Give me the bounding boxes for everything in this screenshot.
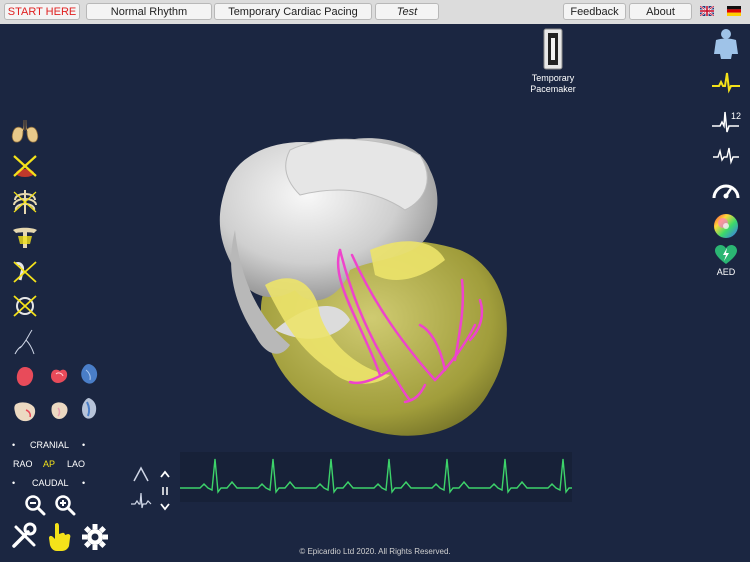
ribcage-icon[interactable] <box>10 188 40 216</box>
temporary-pacemaker-label: Temporary Pacemaker <box>530 73 576 94</box>
heart-models-beige-icon[interactable] <box>12 398 38 424</box>
body-layer-hidden-icon[interactable] <box>10 153 40 179</box>
heart-anterior-icon[interactable] <box>14 364 36 388</box>
twelve-lead-ecg-icon[interactable]: 12 <box>711 108 741 134</box>
top-menu-bar: START HERE Normal Rhythm Temporary Cardi… <box>0 0 750 24</box>
pause-icon[interactable] <box>160 486 170 496</box>
zoom-out-icon[interactable] <box>24 494 46 516</box>
view-dot-left-bottom: • <box>12 478 16 488</box>
test-tab[interactable]: Test <box>375 3 439 20</box>
normal-rhythm-tab[interactable]: Normal Rhythm <box>86 3 212 20</box>
vessels-layer-hidden-icon[interactable] <box>10 293 40 319</box>
heart-blue-grey-icon[interactable] <box>78 396 100 422</box>
ecg-trace-icon[interactable] <box>711 70 741 94</box>
english-flag-icon[interactable] <box>700 6 714 16</box>
about-button[interactable]: About <box>629 3 692 20</box>
ecg-strip[interactable] <box>180 452 572 502</box>
svg-text:12: 12 <box>731 111 741 121</box>
caudal-view-button[interactable]: CAUDAL <box>32 478 69 488</box>
copyright-text: © Epicardio Ltd 2020. All Rights Reserve… <box>299 547 451 556</box>
chevron-down-icon[interactable] <box>159 502 171 512</box>
skeleton-shoulders-icon[interactable] <box>10 224 40 250</box>
rao-view-button[interactable]: RAO <box>13 459 33 469</box>
pqrst-waveform-icon[interactable] <box>130 490 152 512</box>
arm-layer-hidden-icon[interactable] <box>10 258 40 284</box>
german-flag-icon[interactable] <box>727 6 741 16</box>
aed-label: AED <box>716 267 736 277</box>
nerves-icon[interactable] <box>12 328 38 356</box>
rhythm-strip-icon[interactable] <box>712 145 740 165</box>
heart-blue-icon[interactable] <box>78 362 100 386</box>
aed-heart-icon[interactable] <box>715 245 737 265</box>
chevron-up-icon[interactable] <box>159 469 171 479</box>
temporary-pacemaker-icon[interactable] <box>543 28 563 70</box>
ap-view-button[interactable]: AP <box>43 459 55 469</box>
view-dot-right-bottom: • <box>82 478 86 488</box>
view-dot-right-top: • <box>82 440 86 450</box>
body-torso-icon[interactable] <box>712 28 740 60</box>
temporary-cardiac-pacing-tab[interactable]: Temporary Cardiac Pacing <box>214 3 372 20</box>
heart-beige-icon[interactable] <box>48 398 70 422</box>
lungs-icon[interactable] <box>10 118 40 144</box>
start-here-tab[interactable]: START HERE <box>4 3 80 20</box>
lao-view-button[interactable]: LAO <box>67 459 85 469</box>
view-dot-left-top: • <box>12 440 16 450</box>
heart-cutaway-icon[interactable] <box>48 364 70 386</box>
amplitude-icon[interactable] <box>132 466 150 482</box>
zoom-in-icon[interactable] <box>54 494 76 516</box>
speedometer-icon[interactable] <box>710 178 742 202</box>
feedback-button[interactable]: Feedback <box>563 3 626 20</box>
color-wheel-icon[interactable] <box>713 213 739 239</box>
cranial-view-button[interactable]: CRANIAL <box>30 440 69 450</box>
heart-3d-model[interactable] <box>190 130 525 445</box>
tools-icon[interactable] <box>10 522 38 550</box>
